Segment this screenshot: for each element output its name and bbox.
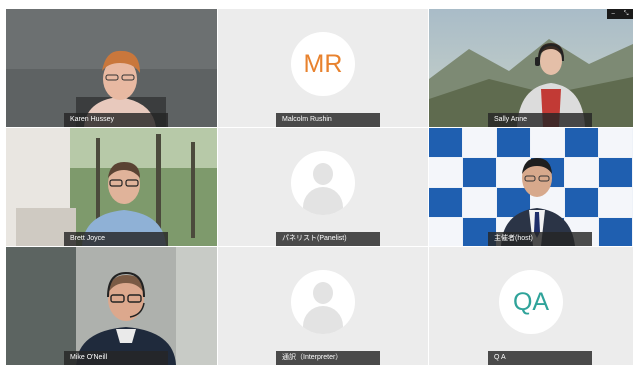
initials-avatar: QA <box>499 270 563 334</box>
backdrop-panel <box>463 188 496 217</box>
backdrop-panel <box>599 218 632 246</box>
backdrop-panel <box>429 128 462 157</box>
participant-name-label: 通訳（Interpreter） <box>276 351 380 365</box>
participant-name-label: 主催者(host) <box>488 232 592 246</box>
backdrop-panel <box>497 128 530 157</box>
backdrop-panel <box>531 128 564 157</box>
initials-avatar: MR <box>291 32 355 96</box>
backdrop-panel <box>429 158 462 187</box>
default-avatar-icon <box>291 151 355 215</box>
participant-tile-karen-hussey[interactable]: Karen Hussey <box>6 9 217 127</box>
backdrop-panel <box>429 188 462 217</box>
participant-tile-host[interactable]: 主催者(host) <box>429 128 633 246</box>
video-feed-sally-anne <box>429 9 633 127</box>
video-feed-host <box>429 128 633 246</box>
backdrop-panel <box>463 128 496 157</box>
backdrop-panel <box>599 188 632 217</box>
participant-name-label: パネリスト(Panelist) <box>276 232 380 246</box>
expand-icon[interactable]: ⤡ <box>624 9 629 19</box>
participant-tile-interpreter[interactable]: 通訳（Interpreter） <box>218 247 428 365</box>
video-grid: Karen Hussey MR Malcolm Rushin – ⤡ Sally… <box>6 9 633 365</box>
backdrop-panel <box>565 188 598 217</box>
backdrop-panel <box>599 158 632 187</box>
participant-name-label: Karen Hussey <box>64 113 168 127</box>
participant-name-label: Mike O'Neill <box>64 351 168 365</box>
backdrop-panel <box>429 218 462 246</box>
participant-tile-sally-anne[interactable]: – ⤡ Sally Anne <box>429 9 633 127</box>
participant-tile-brett-joyce[interactable]: Brett Joyce <box>6 128 217 246</box>
backdrop-panel <box>565 128 598 157</box>
default-avatar-icon <box>291 270 355 334</box>
meeting-gallery-view: Karen Hussey MR Malcolm Rushin – ⤡ Sally… <box>0 0 633 365</box>
participant-tile-malcolm-rushin[interactable]: MR Malcolm Rushin <box>218 9 428 127</box>
backdrop-panel <box>565 158 598 187</box>
participant-tile-panelist[interactable]: パネリスト(Panelist) <box>218 128 428 246</box>
participant-name-label: Brett Joyce <box>64 232 168 246</box>
avatar-initials: MR <box>303 49 343 78</box>
avatar-initials: QA <box>512 287 550 316</box>
minimize-icon[interactable]: – <box>611 9 614 19</box>
participant-name-label: Q A <box>488 351 592 365</box>
backdrop-panel <box>463 158 496 187</box>
video-feed-karen-hussey <box>6 9 217 127</box>
participant-tile-mike-oneill[interactable]: Mike O'Neill <box>6 247 217 365</box>
video-feed-mike-oneill <box>6 247 217 365</box>
backdrop-panel <box>599 128 632 157</box>
participant-tile-qa[interactable]: QA Q A <box>429 247 633 365</box>
participant-name-label: Sally Anne <box>488 113 592 127</box>
participant-name-label: Malcolm Rushin <box>276 113 380 127</box>
video-feed-brett-joyce <box>6 128 217 246</box>
window-controls: – ⤡ <box>607 9 633 19</box>
